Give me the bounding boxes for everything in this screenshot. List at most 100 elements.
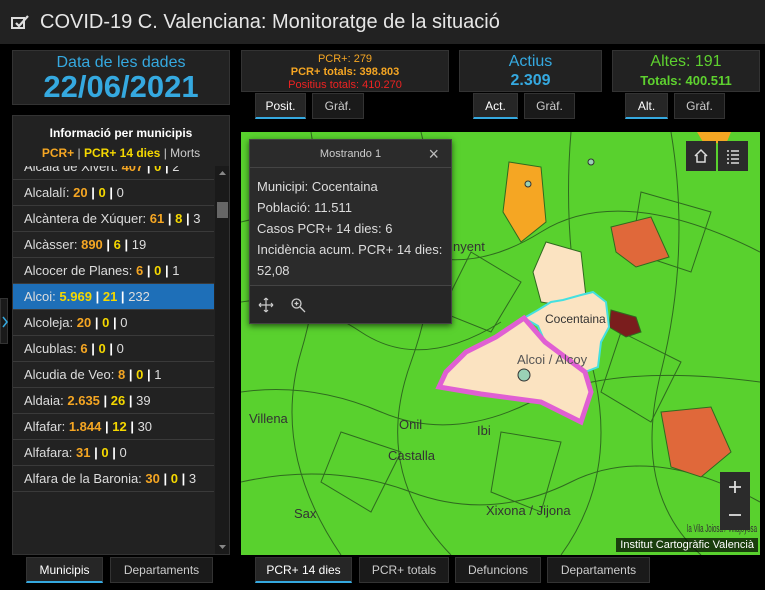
pcr-count: 1.844 bbox=[68, 419, 102, 434]
map-label-nyent: nyent bbox=[453, 239, 485, 254]
list-item[interactable]: Alcocer de Planes: 6 | 0 | 1 bbox=[13, 258, 214, 284]
tab-graf-altes[interactable]: Gràf. bbox=[674, 93, 725, 119]
zoom-out-button[interactable] bbox=[720, 500, 750, 530]
morts-count: 0 bbox=[116, 341, 124, 356]
popup-body: Municipi: Cocentaina Població: 11.511 Ca… bbox=[250, 168, 451, 289]
morts-count: 1 bbox=[154, 367, 162, 382]
pcr-total-value: PCR+ totals: 398.803 bbox=[290, 66, 400, 78]
list-item[interactable]: Aldaia: 2.635 | 26 | 39 bbox=[13, 388, 214, 414]
separator: | bbox=[87, 185, 99, 200]
pcr-count: 407 bbox=[121, 166, 144, 174]
list-scrollbar[interactable] bbox=[215, 166, 230, 554]
tab-departaments-map[interactable]: Departaments bbox=[547, 557, 650, 583]
minus-icon bbox=[729, 514, 741, 516]
app-logo-icon bbox=[0, 0, 40, 44]
morts-count: 232 bbox=[128, 289, 150, 304]
morts-count: 0 bbox=[116, 185, 124, 200]
separator: | bbox=[99, 393, 111, 408]
municipis-list[interactable]: Alcalà de Xivert: 407 | 0 | 2 Alcalalí: 2… bbox=[13, 166, 214, 554]
separator: | bbox=[91, 315, 103, 330]
list-item[interactable]: Alcàsser: 890 | 6 | 19 bbox=[13, 232, 214, 258]
tab-departaments-list[interactable]: Departaments bbox=[110, 557, 213, 583]
tab-municipis[interactable]: Municipis bbox=[26, 557, 103, 583]
pcr14-count: 0 bbox=[170, 471, 178, 486]
separator: | bbox=[125, 367, 137, 382]
municipi-name: Alfafara: bbox=[24, 445, 73, 460]
list-item[interactable]: Alfafar: 1.844 | 12 | 30 bbox=[13, 414, 214, 440]
separator: | bbox=[105, 185, 117, 200]
pcr-count: 20 bbox=[73, 185, 88, 200]
list-item[interactable]: Alfara de la Baronia: 30 | 0 | 3 bbox=[13, 466, 214, 492]
tab-graf-actius[interactable]: Gràf. bbox=[524, 93, 575, 119]
actius-panel: Actius 2.309 bbox=[459, 50, 602, 92]
scroll-up-icon[interactable] bbox=[215, 166, 230, 180]
pcr-count: 5.969 bbox=[59, 289, 92, 304]
list-item[interactable]: Alcoleja: 20 | 0 | 0 bbox=[13, 310, 214, 336]
popup-poblacio: Població: 11.511 bbox=[257, 200, 352, 215]
pcr-count: 6 bbox=[80, 341, 88, 356]
tab-pcr-totals[interactable]: PCR+ totals bbox=[359, 557, 449, 583]
pcr-count: 61 bbox=[149, 211, 165, 226]
tab-pcr14[interactable]: PCR+ 14 dies bbox=[255, 557, 352, 583]
pcr-panel: PCR+: 279 PCR+ totals: 398.803 Positius … bbox=[241, 50, 449, 92]
list-item[interactable]: Alcàntera de Xúquer: 61 | 8 | 3 bbox=[13, 206, 214, 232]
pcr14-count: 0 bbox=[98, 341, 106, 356]
municipi-name: Alcoleja: bbox=[24, 315, 74, 330]
popup-title: Mostrando 1 bbox=[319, 148, 382, 160]
map-label-cocentaina: Cocentaina bbox=[545, 312, 606, 326]
legend-morts: Morts bbox=[170, 146, 201, 160]
actius-value: 2.309 bbox=[510, 72, 551, 89]
altes-label: Altes: 191 bbox=[650, 53, 722, 70]
municipi-name: Alcoi: bbox=[24, 289, 56, 304]
popup-casos: Casos PCR+ 14 dies: 6 bbox=[257, 221, 393, 236]
list-item[interactable]: Alfafara: 31 | 0 | 0 bbox=[13, 440, 214, 466]
pcr14-count: 0 bbox=[101, 445, 109, 460]
tab-act[interactable]: Act. bbox=[473, 93, 518, 119]
app-title: COVID-19 C. Valenciana: Monitoratge de l… bbox=[40, 10, 500, 33]
pcr-count: 20 bbox=[76, 315, 92, 330]
legend-separator: | bbox=[160, 146, 171, 160]
zoom-to-icon[interactable] bbox=[290, 297, 306, 313]
tab-defuncions[interactable]: Defuncions bbox=[455, 557, 541, 583]
scroll-thumb[interactable] bbox=[217, 202, 228, 218]
side-expand-handle[interactable] bbox=[0, 298, 8, 344]
pan-icon[interactable] bbox=[258, 297, 274, 313]
separator: | bbox=[143, 166, 155, 174]
morts-count: 3 bbox=[193, 211, 201, 226]
tab-posit[interactable]: Posit. bbox=[255, 93, 306, 119]
list-icon bbox=[727, 150, 739, 164]
tab-alt[interactable]: Alt. bbox=[625, 93, 668, 119]
map-label-villena: Villena bbox=[249, 411, 289, 426]
pcr14-count: 21 bbox=[102, 289, 118, 304]
altes-panel: Altes: 191 Totals: 400.511 bbox=[612, 50, 760, 92]
list-item[interactable]: Alcoi: 5.969 | 21 | 232 bbox=[13, 284, 214, 310]
scroll-down-icon[interactable] bbox=[215, 540, 230, 554]
zoom-in-button[interactable] bbox=[720, 472, 750, 502]
separator: | bbox=[109, 315, 121, 330]
close-icon[interactable]: × bbox=[428, 140, 439, 168]
separator: | bbox=[101, 419, 113, 434]
separator: | bbox=[105, 341, 117, 356]
morts-count: 3 bbox=[188, 471, 197, 486]
list-item[interactable]: Alcudia de Veo: 8 | 0 | 1 bbox=[13, 362, 214, 388]
morts-count: 0 bbox=[119, 445, 127, 460]
home-button[interactable] bbox=[686, 141, 716, 171]
separator: | bbox=[143, 367, 155, 382]
map-label-onil: Onil bbox=[399, 417, 422, 432]
municipi-name: Alcalalí: bbox=[24, 185, 70, 200]
altes-total: Totals: 400.511 bbox=[640, 73, 732, 88]
separator: | bbox=[91, 289, 103, 304]
list-item[interactable]: Alcalà de Xivert: 407 | 0 | 2 bbox=[13, 166, 214, 180]
pcr-count: 30 bbox=[145, 471, 160, 486]
separator: | bbox=[117, 289, 129, 304]
map-label-sax: Sax bbox=[294, 506, 317, 521]
municipi-name: Alcublas: bbox=[24, 341, 77, 356]
legend-button[interactable] bbox=[718, 141, 748, 171]
list-item[interactable]: Alcalalí: 20 | 0 | 0 bbox=[13, 180, 214, 206]
pcr-count: 890 bbox=[81, 237, 103, 252]
tab-graf-positius[interactable]: Gràf. bbox=[312, 93, 364, 119]
popup-footer bbox=[250, 285, 451, 323]
morts-count: 19 bbox=[131, 237, 147, 252]
municipi-name: Alcàntera de Xúquer: bbox=[24, 211, 147, 226]
list-item[interactable]: Alcublas: 6 | 0 | 0 bbox=[13, 336, 214, 362]
